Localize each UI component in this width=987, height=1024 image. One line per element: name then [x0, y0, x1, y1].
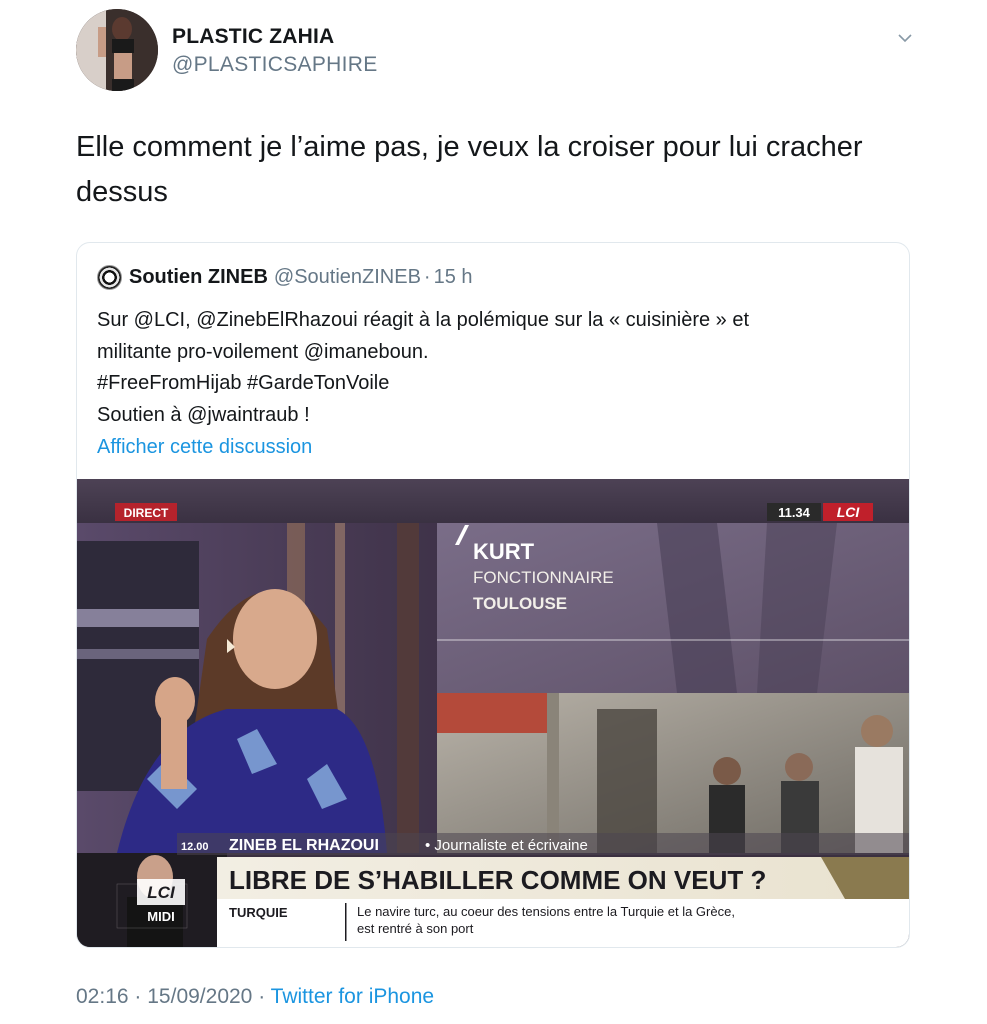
quoted-tweet-header: Soutien ZINEB @SoutienZINEB · 15 h — [97, 265, 473, 290]
clock-readout: 11.34 — [778, 505, 811, 520]
tweet-text: Elle comment je l’aime pas, je veux la c… — [76, 125, 916, 215]
show-time: 12.00 — [181, 841, 209, 853]
quoted-author-name: Soutien ZINEB — [129, 266, 268, 288]
speaker-title: • Journaliste et écrivaine — [425, 837, 588, 854]
show-thread-link[interactable]: Afficher cette discussion — [97, 436, 312, 459]
quoted-tweet-text: Sur @LCI, @ZinebElRhazoui réagit à la po… — [97, 305, 897, 431]
tweet-text-line: Elle comment je l’aime pas, je veux la c… — [76, 131, 863, 163]
tweet-text-line: dessus — [76, 176, 168, 208]
author-name[interactable]: PLASTIC ZAHIA — [172, 25, 334, 49]
chevron-down-icon[interactable] — [895, 28, 915, 48]
guest-city: TOULOUSE — [473, 594, 567, 613]
live-badge: DIRECT — [124, 506, 169, 520]
speaker-name: ZINEB EL RHAZOUI — [229, 837, 379, 854]
quoted-author-handle: @SoutienZINEB — [273, 266, 421, 288]
quoted-author-avatar — [97, 265, 122, 290]
ticker-line: Le navire turc, au coeur des tensions en… — [357, 904, 735, 919]
quoted-tweet-time: 15 h — [433, 266, 473, 288]
tweet-time[interactable]: 02:16 — [76, 985, 129, 1008]
author-handle[interactable]: @PLASTICSAPHIRE — [172, 53, 378, 77]
quoted-text-line: #FreeFromHijab #GardeTonVoile — [97, 372, 390, 394]
tv-frame: DIRECT 11.34 LCI KURT FONCTIONNAIRE TOUL… — [77, 479, 909, 947]
quoted-text-line: militante pro-voilement @imaneboun. — [97, 340, 429, 363]
channel-logo: LCI — [837, 504, 861, 520]
tweet-metadata: 02:16 · 15/09/2020 · Twitter for iPhone — [76, 985, 434, 1009]
tweet-date[interactable]: 15/09/2020 — [147, 985, 252, 1008]
guest-name: KURT — [473, 539, 535, 564]
author-avatar[interactable] — [76, 9, 158, 91]
separator-dot: · — [258, 985, 266, 1008]
separator-dot: · — [134, 985, 142, 1008]
quoted-text-line: Soutien à @jwaintraub ! — [97, 403, 310, 426]
video-thumbnail[interactable]: DIRECT 11.34 LCI KURT FONCTIONNAIRE TOUL… — [77, 479, 909, 947]
separator-dot: · — [423, 266, 431, 288]
ticker-line: est rentré à son port — [357, 921, 474, 936]
guest-role: FONCTIONNAIRE — [473, 568, 614, 587]
quoted-tweet[interactable]: Soutien ZINEB @SoutienZINEB · 15 h Sur @… — [76, 242, 910, 948]
quoted-text-line: Sur @LCI, @ZinebElRhazoui réagit à la po… — [97, 309, 750, 331]
show-logo-top: LCI — [147, 883, 176, 902]
headline: LIBRE DE S’HABILLER COMME ON VEUT ? — [229, 865, 766, 895]
tweet-source-link[interactable]: Twitter for iPhone — [271, 985, 434, 1008]
show-logo-bottom: MIDI — [147, 909, 174, 924]
ticker-tag: TURQUIE — [229, 905, 288, 920]
